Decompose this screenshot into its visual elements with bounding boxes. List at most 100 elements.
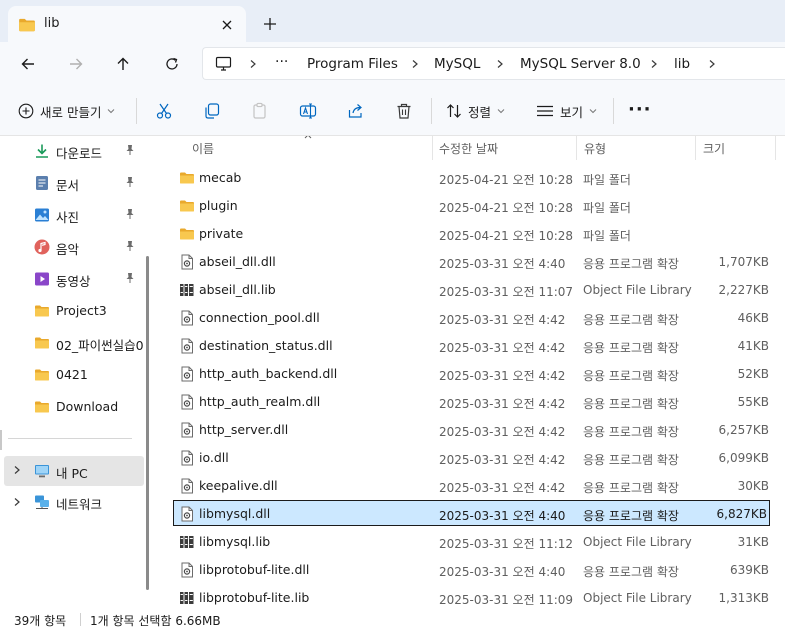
table-row[interactable]: libprotobuf-lite.lib 2025-03-31 오전 11:09 O… — [174, 585, 771, 609]
dll-file-icon — [179, 506, 195, 522]
pin-icon[interactable] — [124, 240, 136, 252]
sidebar-item-pictures[interactable]: 사진 — [0, 201, 148, 229]
dll-file-icon — [179, 478, 195, 494]
chevron-right-icon[interactable] — [12, 465, 22, 475]
file-type: Object File Library — [583, 535, 692, 549]
table-row[interactable]: libmysql.lib 2025-03-31 오전 11:12 Object Fi… — [174, 529, 771, 555]
file-name: libprotobuf-lite.dll — [199, 562, 310, 577]
breadcrumb-program-files[interactable]: Program Files — [307, 56, 398, 72]
tab-lib[interactable]: lib — [8, 6, 246, 42]
up-button[interactable] — [108, 50, 138, 78]
file-type: 응용 프로그램 확장 — [583, 369, 679, 383]
sidebar-item-videos[interactable]: 동영상 — [0, 265, 148, 293]
column-divider[interactable] — [576, 136, 577, 160]
column-divider[interactable] — [775, 136, 776, 160]
new-button[interactable]: 새로 만들기 — [18, 98, 116, 124]
sidebar-item-documents[interactable]: 문서 — [0, 169, 148, 197]
sidebar-scrollbar[interactable] — [146, 256, 149, 590]
breadcrumb-separator[interactable] — [706, 57, 718, 71]
view-button[interactable]: 보기 — [536, 98, 598, 124]
sidebar-item-network[interactable]: 네트워크 — [0, 488, 148, 516]
table-row[interactable]: http_auth_realm.dll 2025-03-31 오전 4:42 응용 … — [174, 389, 771, 415]
column-header-type[interactable]: 유형 — [584, 140, 606, 157]
back-arrow-icon — [21, 58, 34, 70]
table-row[interactable]: private 2025-04-21 오전 10:28 파일 폴더 — [174, 221, 771, 247]
table-row[interactable]: http_auth_backend.dll 2025-03-31 오전 4:42 응… — [174, 361, 771, 387]
folder-icon — [34, 335, 50, 351]
more-options-button[interactable]: ··· — [628, 96, 652, 122]
sort-button-label: 정렬 — [468, 104, 492, 120]
table-row[interactable]: libmysql.dll 2025-03-31 오전 4:40 응용 프로그램 확장… — [173, 500, 770, 526]
column-divider[interactable] — [695, 136, 696, 160]
address-bar[interactable]: ··· Program Files MySQL MySQL Server 8.0… — [202, 47, 785, 80]
column-header-name[interactable]: 이름 — [192, 140, 214, 157]
column-divider[interactable] — [432, 136, 433, 160]
pin-icon[interactable] — [124, 272, 136, 284]
file-name: keepalive.dll — [199, 478, 278, 493]
rename-button[interactable] — [299, 98, 317, 124]
table-row[interactable]: keepalive.dll 2025-03-31 오전 4:42 응용 프로그램 확… — [174, 473, 771, 499]
pictures-icon — [35, 208, 49, 222]
sidebar-item-this-pc[interactable]: 내 PC — [4, 456, 144, 486]
file-date: 2025-03-31 오전 4:40 — [439, 257, 566, 271]
delete-button[interactable] — [395, 98, 413, 124]
chevron-right-icon[interactable] — [12, 497, 22, 507]
file-size: 31KB — [737, 535, 769, 549]
file-type: 응용 프로그램 확장 — [583, 397, 679, 411]
sidebar-item-downloads[interactable]: 다운로드 — [0, 137, 148, 165]
file-date: 2025-03-31 오전 11:12 — [439, 537, 574, 551]
pin-icon[interactable] — [124, 176, 136, 188]
sidebar-item-music[interactable]: 음악 — [0, 233, 148, 261]
pin-icon[interactable] — [124, 144, 136, 156]
breadcrumb-mysql[interactable]: MySQL — [434, 56, 480, 72]
forward-button[interactable] — [61, 50, 91, 78]
rename-icon — [299, 103, 317, 119]
sidebar-item-0421[interactable]: 0421 — [0, 361, 148, 389]
breadcrumb-overflow[interactable]: ··· — [275, 54, 288, 70]
breadcrumb-separator[interactable] — [494, 57, 506, 71]
pin-icon[interactable] — [124, 208, 136, 220]
table-row[interactable]: plugin 2025-04-21 오전 10:28 파일 폴더 — [174, 193, 771, 219]
new-tab-button[interactable] — [258, 12, 282, 36]
table-row[interactable]: libprotobuf-lite.dll 2025-03-31 오전 4:40 응용… — [174, 557, 771, 583]
breadcrumb-separator[interactable] — [247, 57, 259, 71]
share-button[interactable] — [347, 98, 365, 124]
plus-icon — [264, 18, 276, 30]
tab-title: lib — [44, 16, 60, 31]
file-type: 파일 폴더 — [583, 173, 631, 187]
resize-handle[interactable] — [0, 430, 2, 450]
table-row[interactable]: mecab 2025-04-21 오전 10:28 파일 폴더 — [174, 165, 771, 191]
file-size: 46KB — [737, 311, 769, 325]
column-header-size[interactable]: 크기 — [703, 140, 725, 157]
sidebar-item-python-practice[interactable]: 02_파이썬실습0 — [0, 329, 148, 357]
file-type: 응용 프로그램 확장 — [583, 509, 679, 523]
table-row[interactable]: destination_status.dll 2025-03-31 오전 4:42… — [174, 333, 771, 359]
table-row[interactable]: abseil_dll.lib 2025-03-31 오전 11:07 Object … — [174, 277, 771, 303]
sort-button[interactable]: 정렬 — [446, 98, 506, 124]
cut-button[interactable] — [155, 98, 173, 124]
download-icon — [36, 144, 48, 158]
table-row[interactable]: io.dll 2025-03-31 오전 4:42 응용 프로그램 확장 6,099K… — [174, 445, 771, 471]
file-date: 2025-03-31 오전 4:42 — [439, 425, 566, 439]
sidebar-item-label: 02_파이썬실습0 — [56, 338, 144, 353]
column-header-date[interactable]: 수정한 날짜 — [439, 140, 498, 157]
selection-info: 1개 항목 선택함 6.66MB — [90, 614, 221, 628]
share-icon — [348, 104, 362, 118]
sidebar-item-download-folder[interactable]: Download — [0, 393, 148, 421]
refresh-button[interactable] — [157, 50, 187, 78]
breadcrumb-mysql-server[interactable]: MySQL Server 8.0 — [520, 56, 641, 72]
table-row[interactable]: http_server.dll 2025-03-31 오전 4:42 응용 프로그램… — [174, 417, 771, 443]
file-date: 2025-03-31 오전 4:40 — [439, 509, 566, 523]
back-button[interactable] — [13, 50, 43, 78]
paste-button[interactable] — [251, 98, 269, 124]
table-row[interactable]: abseil_dll.dll 2025-03-31 오전 4:40 응용 프로그램 … — [174, 249, 771, 275]
breadcrumb-lib[interactable]: lib — [674, 56, 690, 72]
copy-button[interactable] — [203, 98, 221, 124]
tab-close-button[interactable] — [216, 14, 238, 36]
table-row[interactable]: connection_pool.dll 2025-03-31 오전 4:42 응용 … — [174, 305, 771, 331]
breadcrumb-separator[interactable] — [648, 57, 660, 71]
file-name: http_auth_backend.dll — [199, 366, 338, 381]
breadcrumb-separator[interactable] — [409, 57, 421, 71]
sidebar-item-project3[interactable]: Project3 — [0, 297, 148, 325]
file-date: 2025-04-21 오전 10:28 — [439, 173, 574, 187]
